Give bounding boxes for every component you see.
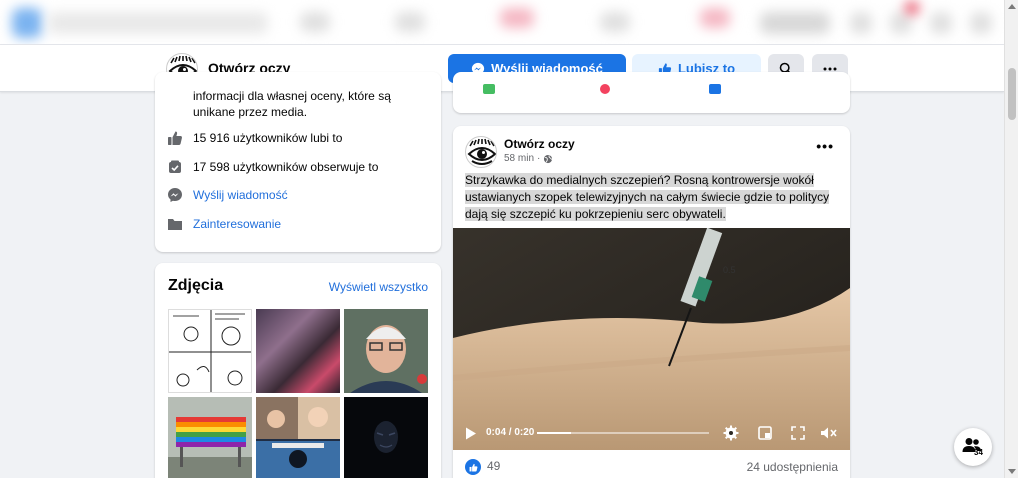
post-author-avatar[interactable] <box>465 136 497 168</box>
top-navigation-blurred <box>0 0 1004 45</box>
photo-thumbnail-mask[interactable] <box>344 397 428 478</box>
notification-blurred <box>905 2 919 14</box>
globe-icon <box>544 154 553 163</box>
post-options-icon[interactable]: ••• <box>816 138 834 154</box>
category-row[interactable]: Zainteresowanie <box>167 216 281 232</box>
post-text: Strzykawka do medialnych szczepień? Rosn… <box>465 172 835 223</box>
separator-dot: · <box>537 153 541 164</box>
video-controls: 0:04 / 0:20 <box>453 416 850 450</box>
scrollbar-thumb[interactable] <box>1008 68 1016 120</box>
people-count: 34 <box>974 448 983 457</box>
nav-blurred-1 <box>300 12 330 32</box>
nav-blurred-7 <box>890 12 912 34</box>
eye-logo-icon <box>467 138 496 165</box>
likes-count-text: 15 916 użytkowników lubi to <box>193 131 343 145</box>
nav-blurred-8 <box>930 12 952 34</box>
nav-blurred-4 <box>600 12 630 32</box>
follow-check-icon <box>167 159 183 175</box>
followers-count-text: 17 598 użytkowników obserwuje to <box>193 160 379 174</box>
shares-count[interactable]: 24 udostępnienia <box>747 460 838 474</box>
miniplayer-icon[interactable] <box>758 426 772 440</box>
video-progress-bar[interactable] <box>537 432 709 434</box>
post-time-text: 58 min <box>504 153 535 164</box>
like-reaction-icon <box>465 459 481 475</box>
likes-row: 15 916 użytkowników lubi to <box>167 130 342 146</box>
message-row[interactable]: Wyślij wiadomość <box>167 187 288 203</box>
video-player[interactable]: 0.5 0:04 / 0:20 <box>453 228 850 450</box>
photo-thumbnail-comic[interactable] <box>168 309 252 393</box>
nav-blurred-5 <box>700 8 730 28</box>
post-stats: 49 24 udostępnienia <box>465 459 838 475</box>
photo-thumbnail-man[interactable] <box>344 309 428 393</box>
messenger-icon <box>167 187 183 203</box>
more-dots-icon <box>823 67 837 70</box>
people-chat-button[interactable]: 34 <box>954 428 992 466</box>
post-text-content: Strzykawka do medialnych szczepień? Rosn… <box>465 173 830 221</box>
video-time: 0:04 / 0:20 <box>486 427 535 438</box>
intro-description-line-2: unikane przez media. <box>193 105 308 119</box>
reactions-count[interactable]: 49 <box>465 459 500 475</box>
see-all-photos-link[interactable]: Wyświetl wszystko <box>329 280 428 294</box>
profile-blurred <box>760 12 830 34</box>
post-card: Otwórz oczy 58 min · ••• Strzykawka do m… <box>453 126 850 478</box>
svg-text:0.5: 0.5 <box>723 265 736 275</box>
post-timestamp[interactable]: 58 min · <box>504 153 553 164</box>
play-icon[interactable] <box>465 427 477 440</box>
page-scrollbar[interactable] <box>1004 0 1018 478</box>
nav-blurred-9 <box>970 12 992 34</box>
red-icon <box>600 84 610 94</box>
mute-icon[interactable] <box>820 426 838 440</box>
folder-icon <box>167 216 183 232</box>
nav-blurred-2 <box>395 12 425 32</box>
fullscreen-icon[interactable] <box>791 426 805 440</box>
previous-post-reactions <box>453 72 850 113</box>
intro-description-line-1: informacji dla własnej oceny, które są <box>193 89 391 103</box>
photo-thumbnail-collage[interactable] <box>256 397 340 478</box>
photo-thumbnail-rainbow-bench[interactable] <box>168 397 252 478</box>
reactions-number: 49 <box>487 459 501 474</box>
search-blurred <box>48 12 268 34</box>
settings-gear-icon[interactable] <box>723 425 739 441</box>
logo-blurred <box>12 8 42 38</box>
nav-blurred-6 <box>850 12 872 34</box>
send-message-link[interactable]: Wyślij wiadomość <box>193 188 288 202</box>
post-author-name[interactable]: Otwórz oczy <box>504 137 575 151</box>
thumbs-up-icon <box>167 130 183 146</box>
green-icon <box>483 84 495 94</box>
photos-card: Zdjęcia Wyświetl wszystko <box>155 263 441 478</box>
intro-card: informacji dla własnej oceny, które są u… <box>155 72 441 252</box>
category-link[interactable]: Zainteresowanie <box>193 217 281 231</box>
photo-thumbnail-dark-pink[interactable] <box>256 309 340 393</box>
scroll-up-arrow-icon[interactable] <box>1008 4 1016 9</box>
blue-icon <box>709 84 721 94</box>
video-progress-fill <box>537 432 572 434</box>
nav-blurred-3 <box>500 8 534 28</box>
followers-row: 17 598 użytkowników obserwuje to <box>167 159 378 175</box>
photos-title: Zdjęcia <box>168 277 224 294</box>
scroll-down-arrow-icon[interactable] <box>1008 469 1016 474</box>
